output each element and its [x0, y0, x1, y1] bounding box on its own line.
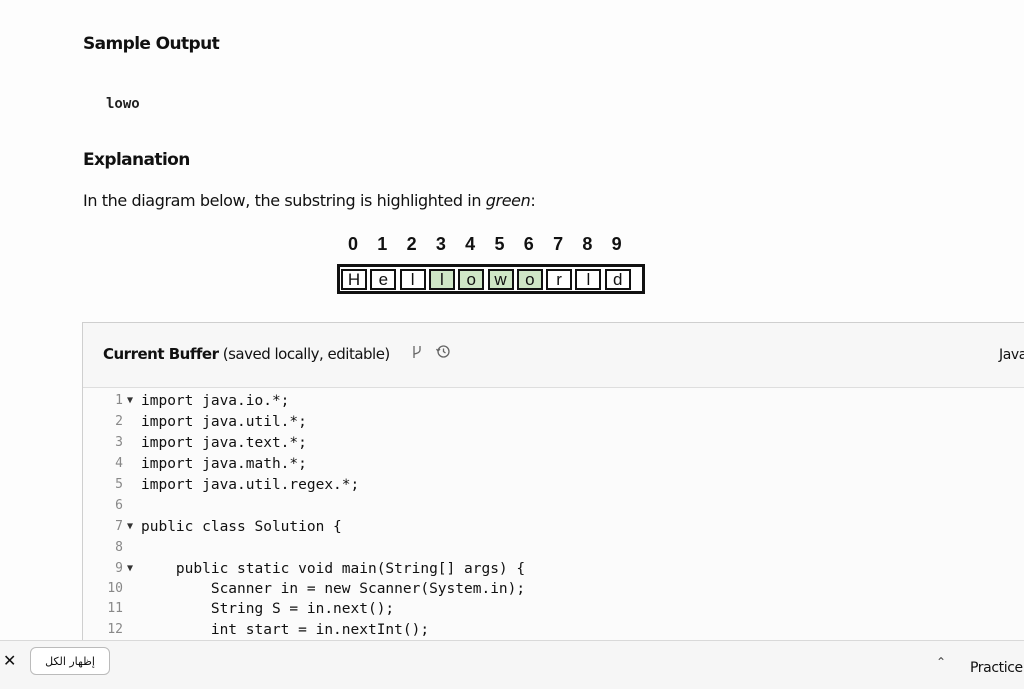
- explanation-text-before: In the diagram below, the substring is h…: [83, 191, 486, 210]
- line-number: 1: [115, 393, 123, 408]
- line-number: 9: [115, 561, 123, 576]
- line-number: 8: [115, 540, 123, 555]
- line-number: 10: [107, 581, 123, 596]
- code-line: 10 Scanner in = new Scanner(System.in);: [83, 579, 1024, 599]
- buffer-title-bold: Current Buffer: [103, 345, 219, 363]
- language-select[interactable]: Java: [999, 347, 1024, 363]
- code-line: 4 import java.math.*;: [83, 454, 1024, 474]
- line-number: 5: [115, 477, 123, 492]
- show-all-button[interactable]: إظهار الكل: [30, 647, 110, 675]
- line-number: 7: [115, 519, 123, 534]
- char-cell: e: [370, 269, 397, 290]
- download-bar: ✕ إظهار الكل ⌃ Practice: [0, 640, 1024, 689]
- index-label: 0: [347, 234, 358, 254]
- code-line: 11 String S = in.next();: [83, 599, 1024, 619]
- char-cell: o: [516, 269, 543, 290]
- practice-label[interactable]: Practice: [970, 660, 1023, 676]
- line-number: 12: [107, 622, 123, 637]
- page: Sample Output lowo Explanation In the di…: [0, 0, 1024, 689]
- index-label: 9: [611, 234, 622, 254]
- code-line: 9 ▼ public static void main(String[] args…: [83, 559, 1024, 579]
- code-text: import java.util.regex.*;: [141, 477, 360, 493]
- char-cell: o: [458, 269, 485, 290]
- code-text: import java.util.*;: [141, 414, 307, 430]
- code-line: 6: [83, 496, 1024, 516]
- line-number: 3: [115, 435, 123, 450]
- explanation-text-after: :: [530, 191, 536, 210]
- fold-arrow-icon[interactable]: ▼: [127, 517, 137, 537]
- char-cell: r: [546, 269, 573, 290]
- index-label: 5: [494, 234, 505, 254]
- line-number: 2: [115, 414, 123, 429]
- code-line: 3 import java.text.*;: [83, 433, 1024, 453]
- code-text: String S = in.next();: [141, 601, 395, 617]
- index-label: 1: [377, 234, 388, 254]
- char-cell: d: [604, 269, 631, 290]
- char-row: Helloworld: [337, 264, 645, 294]
- code-text: public class Solution {: [141, 519, 342, 535]
- code-text: int start = in.nextInt();: [141, 622, 430, 638]
- line-number: 6: [115, 498, 123, 513]
- char-cell: w: [487, 269, 514, 290]
- char-cell: H: [341, 269, 367, 290]
- code-editor: Current Buffer (saved locally, editable)…: [82, 322, 1024, 652]
- code-line: 7 ▼ public class Solution {: [83, 517, 1024, 537]
- index-label: 8: [582, 234, 593, 254]
- char-cell: l: [575, 269, 602, 290]
- code-line: 12 int start = in.nextInt();: [83, 620, 1024, 640]
- explanation-title: Explanation: [83, 150, 190, 170]
- code-line: 1 ▼ import java.io.*;: [83, 391, 1024, 411]
- buffer-title-rest: (saved locally, editable): [218, 345, 391, 363]
- char-cell: l: [428, 269, 455, 290]
- index-label: 3: [435, 234, 446, 254]
- buffer-title: Current Buffer (saved locally, editable): [103, 345, 390, 363]
- code-line: 8: [83, 538, 1024, 558]
- line-number: 11: [107, 601, 123, 616]
- code-text: import java.io.*;: [141, 393, 290, 409]
- explanation-emphasis: green: [485, 191, 531, 210]
- code-line: 5 import java.util.regex.*;: [83, 475, 1024, 495]
- editor-header: Current Buffer (saved locally, editable)…: [83, 323, 1024, 388]
- header-icons: [411, 343, 459, 363]
- index-label: 2: [406, 234, 417, 254]
- code-text: import java.text.*;: [141, 435, 307, 451]
- index-label: 4: [465, 234, 476, 254]
- code-line: 2 import java.util.*;: [83, 412, 1024, 432]
- fold-arrow-icon[interactable]: ▼: [127, 391, 137, 411]
- sample-output-value: lowo: [106, 96, 140, 112]
- fold-arrow-icon[interactable]: ▼: [127, 559, 137, 579]
- index-row: 0123456789: [337, 234, 647, 258]
- chevron-up-icon[interactable]: ⌃: [936, 655, 946, 669]
- code-area[interactable]: 1 ▼ import java.io.*; 2 import java.util.*; 3…: [83, 389, 1024, 651]
- code-text: import java.math.*;: [141, 456, 307, 472]
- code-text: public static void main(String[] args) {: [141, 561, 526, 577]
- branch-icon[interactable]: [411, 346, 427, 363]
- char-cell: l: [399, 269, 426, 290]
- code-text: Scanner in = new Scanner(System.in);: [141, 581, 526, 597]
- close-icon[interactable]: ✕: [3, 651, 16, 670]
- explanation-text: In the diagram below, the substring is h…: [83, 191, 536, 210]
- line-number: 4: [115, 456, 123, 471]
- string-diagram: 0123456789 Helloworld: [337, 234, 647, 304]
- index-label: 6: [523, 234, 534, 254]
- index-label: 7: [553, 234, 564, 254]
- history-icon[interactable]: [435, 345, 451, 363]
- sample-output-title: Sample Output: [83, 34, 220, 54]
